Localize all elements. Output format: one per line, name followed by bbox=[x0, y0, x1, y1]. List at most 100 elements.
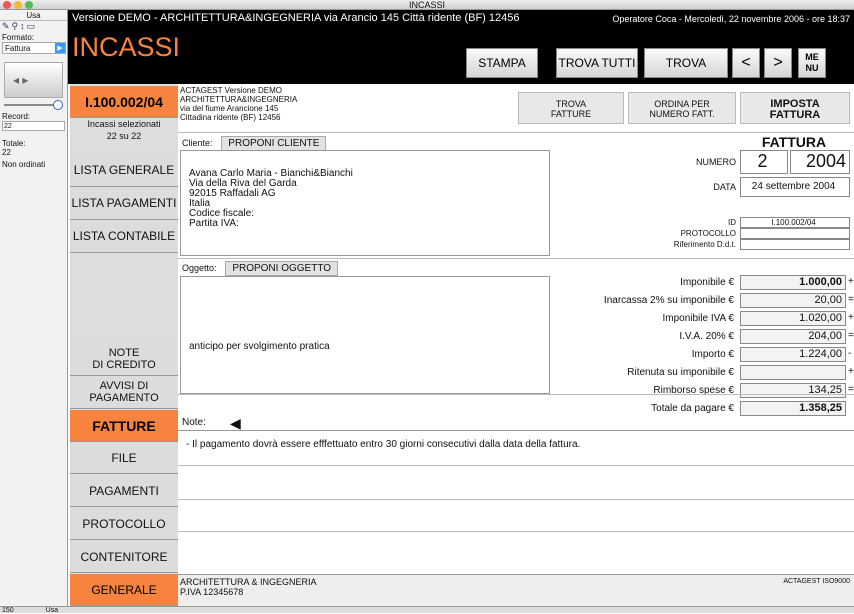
amount-field[interactable]: 134,25 bbox=[740, 383, 846, 398]
lista-contabile-button[interactable]: LISTA CONTABILE bbox=[70, 220, 178, 253]
record-number-field[interactable]: 22 bbox=[2, 121, 65, 131]
trova-tutti-button[interactable]: TROVA TUTTI bbox=[556, 48, 638, 78]
proponi-cliente-button[interactable]: PROPONI CLIENTE bbox=[221, 136, 327, 151]
usa-label: Usa bbox=[0, 10, 67, 21]
company-line-2: ARCHITETTURA&INGEGNERIA bbox=[180, 95, 298, 104]
company-header: ACTAGEST Versione DEMO ARCHITETTURA&INGE… bbox=[180, 86, 297, 122]
amount-field[interactable]: 20,00 bbox=[740, 293, 846, 308]
protocollo-field[interactable] bbox=[740, 228, 850, 239]
ordina-label-2: NUMERO FATT. bbox=[649, 109, 715, 119]
close-window-button[interactable] bbox=[3, 1, 11, 9]
trova-button[interactable]: TROVA bbox=[644, 48, 728, 78]
note-label: Note: bbox=[182, 417, 206, 428]
trova-fatture-button[interactable]: TROVA FATTURE bbox=[518, 92, 624, 124]
data-label: DATA bbox=[713, 182, 736, 192]
window-title: INCASSI bbox=[408, 0, 445, 10]
amount-label: Imponibile IVA € bbox=[662, 313, 734, 324]
record-id-badge: I.100.002/04 bbox=[70, 86, 178, 118]
formato-value: Fattura bbox=[5, 44, 31, 53]
zoom-window-button[interactable] bbox=[25, 1, 33, 9]
record-book-icon[interactable]: ◂ ▸ bbox=[4, 62, 63, 98]
cliente-city: 92015 Raffadali AG bbox=[189, 188, 276, 199]
oggetto-row: Oggetto: PROPONI OGGETTO bbox=[182, 261, 339, 276]
amount-field[interactable]: 204,00 bbox=[740, 329, 846, 344]
record-slider[interactable] bbox=[4, 100, 63, 110]
lista-generale-button[interactable]: LISTA GENERALE bbox=[70, 154, 178, 187]
data-field[interactable]: 24 settembre 2004 bbox=[740, 177, 850, 197]
avvisi-label-2: PAGAMENTO bbox=[89, 392, 159, 404]
browse-mode-icon[interactable]: ✎ bbox=[2, 21, 10, 33]
cliente-codice-fiscale: Codice fiscale: bbox=[189, 208, 255, 219]
find-mode-icon[interactable]: ⚲ bbox=[12, 21, 19, 33]
amount-operator: + bbox=[848, 276, 854, 287]
stampa-button[interactable]: STAMPA bbox=[466, 48, 538, 78]
file-button[interactable]: FILE bbox=[70, 442, 178, 474]
minimize-window-button[interactable] bbox=[14, 1, 22, 9]
header-bar: Versione DEMO - ARCHITETTURA&INGEGNERIA … bbox=[68, 10, 854, 84]
avvisi-pagamento-button[interactable]: AVVISI DI PAGAMENTO bbox=[70, 376, 178, 409]
status-bar: 150 Usa bbox=[0, 606, 854, 614]
formato-label: Formato: bbox=[2, 33, 35, 42]
menu-label-2: NU bbox=[805, 63, 819, 73]
pagamenti-button[interactable]: PAGAMENTI bbox=[70, 475, 178, 507]
cliente-address-box[interactable]: Avana Carlo Maria - Bianchi&Bianchi Via … bbox=[180, 150, 550, 256]
formato-select[interactable]: Fattura ▶ bbox=[2, 42, 66, 54]
id-field[interactable]: I.100.002/04 bbox=[740, 217, 850, 228]
sidebar: I.100.002/04 LISTA GENERALE LISTA PAGAME… bbox=[70, 84, 178, 606]
imposta-fattura-button[interactable]: IMPOSTA FATTURA bbox=[740, 92, 850, 124]
amount-operator: - bbox=[848, 348, 852, 359]
slider-handle[interactable] bbox=[53, 100, 63, 110]
amount-label: Importo € bbox=[691, 349, 734, 360]
company-line-3: via del fiume Arancione 145 bbox=[180, 104, 279, 113]
ordina-per-numero-button[interactable]: ORDINA PER NUMERO FATT. bbox=[628, 92, 736, 124]
menu-button[interactable]: ME NU bbox=[798, 48, 826, 78]
amount-operator: + bbox=[848, 366, 854, 377]
page-title: INCASSI bbox=[72, 32, 181, 62]
cliente-partita-iva: Partita IVA: bbox=[189, 218, 239, 229]
amount-operator: = bbox=[848, 294, 854, 305]
company-line-4: Cittadina ridente (BF) 12456 bbox=[180, 113, 281, 122]
window-titlebar: INCASSI bbox=[0, 0, 854, 10]
selection-info: Incassi selezionati 22 su 22 bbox=[70, 118, 178, 142]
amount-field[interactable]: 1.000,00 bbox=[740, 275, 846, 290]
protocollo-label: PROTOCOLLO bbox=[680, 229, 736, 238]
ddt-field[interactable] bbox=[740, 239, 850, 250]
note-area[interactable]: - Il pagamento dovrà essere efffettuato … bbox=[178, 430, 854, 572]
amount-label: Inarcassa 2% su imponibile € bbox=[603, 295, 734, 306]
totale-label: Totale: bbox=[2, 139, 26, 148]
amount-operator: = bbox=[848, 330, 854, 341]
proponi-oggetto-button[interactable]: PROPONI OGGETTO bbox=[225, 261, 339, 276]
amount-field[interactable]: 1.358,25 bbox=[740, 401, 846, 416]
fatture-button[interactable]: FATTURE bbox=[70, 410, 178, 442]
amount-label: Totale da pagare € bbox=[651, 403, 734, 414]
generale-button[interactable]: GENERALE bbox=[70, 574, 178, 606]
contenitore-button[interactable]: CONTENITORE bbox=[70, 541, 178, 573]
anno-field[interactable]: 2004 bbox=[790, 150, 850, 174]
next-button[interactable]: > bbox=[764, 48, 792, 78]
id-label: ID bbox=[728, 218, 736, 227]
selected-count: 22 su 22 bbox=[106, 131, 142, 141]
imposta-label-2: FATTURA bbox=[769, 109, 821, 121]
dropdown-arrow-icon: ▶ bbox=[55, 43, 65, 53]
demo-version-line: Versione DEMO - ARCHITETTURA&INGEGNERIA … bbox=[72, 12, 520, 24]
layout-icon[interactable]: ▭ bbox=[27, 21, 36, 33]
oggetto-box[interactable]: anticipo per svolgimento pratica bbox=[180, 276, 550, 394]
note-text: - Il pagamento dovrà essere efffettuato … bbox=[186, 439, 581, 450]
previous-button[interactable]: < bbox=[732, 48, 760, 78]
layout-status-strip: Usa ✎ ⚲ ↕ ▭ Formato: Fattura ▶ ◂ ▸ Record… bbox=[0, 10, 68, 606]
numero-label: NUMERO bbox=[696, 157, 736, 167]
sort-icon[interactable]: ↕ bbox=[20, 21, 25, 33]
amount-field[interactable]: 1.224,00 bbox=[740, 347, 846, 362]
non-ordinati-label: Non ordinati bbox=[2, 160, 46, 169]
record-label: Record: bbox=[2, 112, 31, 121]
protocollo-button[interactable]: PROTOCOLLO bbox=[70, 508, 178, 540]
note-di-credito-button[interactable]: NOTE DI CREDITO bbox=[70, 342, 178, 376]
footer-company: ARCHITETTURA & INGEGNERIA bbox=[180, 577, 317, 587]
amount-field[interactable]: 1.020,00 bbox=[740, 311, 846, 326]
ddt-label: Riferimento D.d.t. bbox=[673, 240, 736, 249]
ordina-label-1: ORDINA PER bbox=[654, 99, 710, 109]
lista-pagamenti-button[interactable]: LISTA PAGAMENTI bbox=[70, 187, 178, 220]
numero-field[interactable]: 2 bbox=[740, 150, 788, 174]
amount-field[interactable] bbox=[740, 365, 846, 380]
note-credito-label-2: DI CREDITO bbox=[92, 358, 156, 371]
